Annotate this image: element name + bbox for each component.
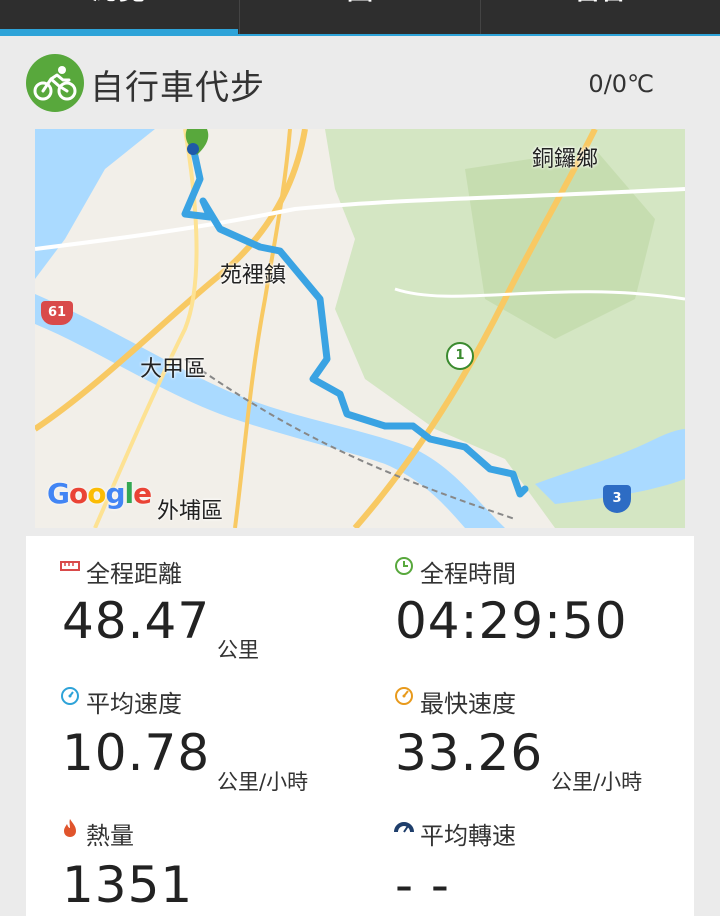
map-canvas bbox=[35, 129, 685, 528]
calories-label-row: 熱量 bbox=[60, 816, 360, 850]
flame-icon bbox=[64, 819, 76, 837]
max-speed-label: 最快速度 bbox=[420, 690, 516, 718]
avg-speed-label-row: 平均速度 bbox=[60, 684, 360, 718]
distance-label: 全程距離 bbox=[86, 560, 182, 588]
distance-value: 48.47 bbox=[62, 592, 211, 650]
tab-underline bbox=[238, 34, 720, 36]
road-shield-1: 1 bbox=[446, 342, 474, 370]
tab-chart[interactable]: 圖 bbox=[240, 0, 480, 36]
tab-bar: 總覽 圖 留言 bbox=[0, 0, 720, 36]
avg-speed-label: 平均速度 bbox=[86, 690, 182, 718]
map-label-waipu: 外埔區 bbox=[157, 499, 224, 524]
road-shield-3: 3 bbox=[603, 485, 631, 513]
cadence-value: - - bbox=[395, 856, 450, 914]
tab-active-indicator bbox=[0, 29, 238, 36]
speedometer-icon bbox=[61, 687, 79, 705]
route-map[interactable]: 銅鑼鄉 苑裡鎮 大甲區 外埔區 61 1 3 Google bbox=[35, 129, 685, 528]
clock-icon bbox=[395, 557, 413, 575]
bicycle-icon bbox=[26, 54, 84, 112]
max-speed-unit: 公里/小時 bbox=[551, 770, 643, 794]
distance-unit: 公里 bbox=[217, 638, 259, 662]
max-speed-value: 33.26 bbox=[395, 724, 544, 782]
distance-label-row: 全程距離 bbox=[60, 554, 360, 588]
road-shield-61: 61 bbox=[41, 301, 73, 325]
max-speed-label-row: 最快速度 bbox=[394, 684, 694, 718]
calories-label: 熱量 bbox=[86, 822, 134, 850]
avg-speed-unit: 公里/小時 bbox=[217, 770, 309, 794]
avg-speed-value: 10.78 bbox=[62, 724, 211, 782]
cadence-gauge-icon bbox=[394, 822, 414, 833]
ruler-icon bbox=[60, 561, 80, 571]
cadence-label-row: 平均轉速 bbox=[394, 816, 694, 850]
tab-comments[interactable]: 留言 bbox=[481, 0, 720, 36]
google-logo: Google bbox=[47, 477, 152, 510]
cadence-label: 平均轉速 bbox=[420, 822, 516, 850]
weather-readout: 0/0℃ bbox=[588, 70, 654, 98]
calories-value: 1351 bbox=[62, 856, 194, 914]
map-label-dajia: 大甲區 bbox=[140, 357, 207, 382]
stats-card: 全程距離 48.47 公里 全程時間 04:29:50 平均速度 10.78 公… bbox=[26, 536, 694, 916]
map-label-tongluo: 銅鑼鄉 bbox=[532, 147, 599, 172]
duration-label-row: 全程時間 bbox=[394, 554, 694, 588]
duration-label: 全程時間 bbox=[420, 560, 516, 588]
max-speed-icon bbox=[395, 687, 413, 705]
duration-value: 04:29:50 bbox=[395, 592, 628, 650]
activity-title: 自行車代步 bbox=[90, 68, 265, 108]
map-label-yuanli: 苑裡鎮 bbox=[220, 263, 287, 288]
